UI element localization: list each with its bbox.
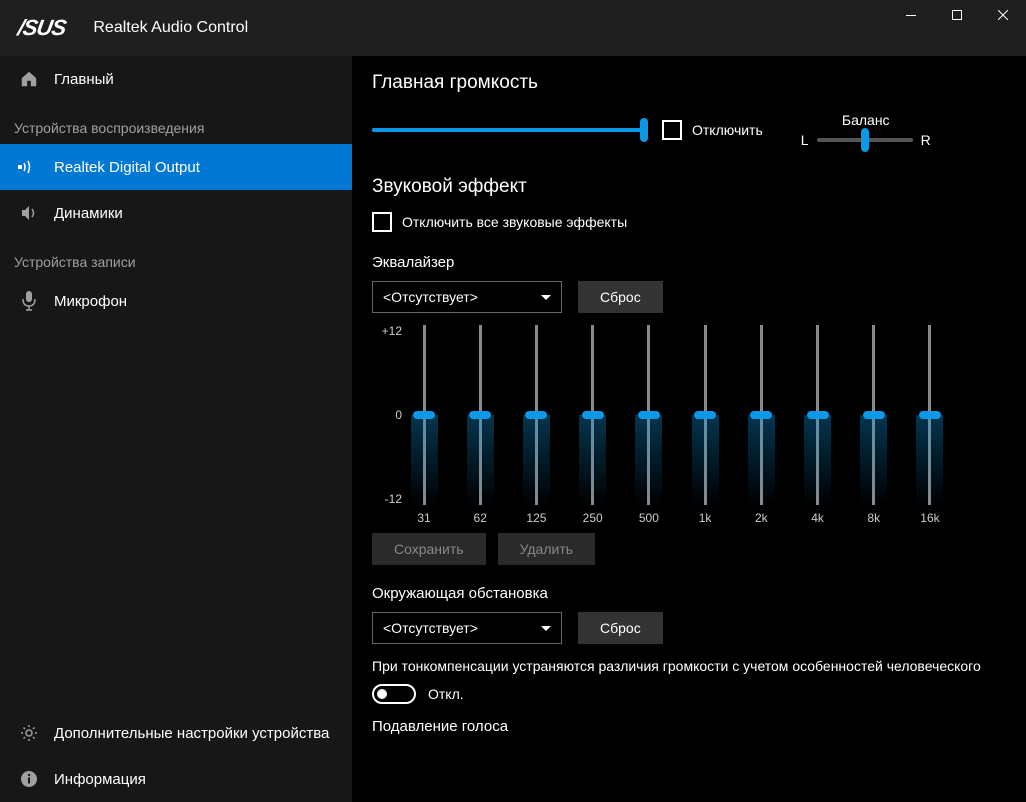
app-title: Realtek Audio Control [93,19,248,37]
master-volume-slider[interactable] [372,128,644,132]
eq-band-slider[interactable]: 1k [693,325,717,505]
chevron-down-icon [541,295,551,300]
balance-right-label: R [921,132,931,148]
main-panel: Главная громкость Отключить Баланс L R [352,56,1026,802]
eq-band-label: 4k [811,511,824,525]
asus-logo: /SUS [16,15,68,41]
equalizer-preset-select[interactable]: <Отсутствует> [372,281,562,313]
environment-preset-select[interactable]: <Отсутствует> [372,612,562,644]
sidebar-item-label: Информация [54,771,146,788]
voice-suppression-label: Подавление голоса [372,718,1026,735]
eq-band-slider[interactable]: 16k [918,325,942,505]
eq-band-label: 2k [755,511,768,525]
sidebar-item-microphone[interactable]: Микрофон [0,278,352,324]
sidebar-section-recording: Устройства записи [0,236,352,278]
eq-ylabel-mid: 0 [372,409,402,421]
master-volume-title: Главная громкость [372,72,1026,94]
balance-slider[interactable] [817,138,913,142]
eq-band-label: 500 [639,511,659,525]
eq-band-label: 250 [583,511,603,525]
mute-label: Отключить [692,122,763,138]
maximize-button[interactable] [934,0,980,30]
equalizer-delete-button[interactable]: Удалить [498,533,595,565]
select-value: <Отсутствует> [383,289,478,305]
eq-ylabel-bot: -12 [372,493,402,505]
close-button[interactable] [980,0,1026,30]
sidebar-item-label: Realtek Digital Output [54,159,200,176]
loudness-description: При тонкомпенсации устраняются различия … [372,658,1026,674]
eq-band-label: 1k [699,511,712,525]
eq-band-label: 62 [474,511,487,525]
disable-effects-checkbox[interactable] [372,212,392,232]
sidebar-item-advanced[interactable]: Дополнительные настройки устройства [0,710,352,756]
eq-band-slider[interactable]: 125 [524,325,548,505]
sidebar-item-label: Дополнительные настройки устройства [54,725,329,742]
eq-band-slider[interactable]: 2k [749,325,773,505]
sound-effect-title: Звуковой эффект [372,176,1026,198]
equalizer-save-button[interactable]: Сохранить [372,533,486,565]
gear-icon [18,722,40,744]
equalizer-graph: +12 0 -12 31621252505001k2k4k8k16k [372,325,942,525]
sidebar-item-speakers[interactable]: Динамики [0,190,352,236]
titlebar: /SUS Realtek Audio Control [0,0,1026,56]
sidebar-item-label: Микрофон [54,293,127,310]
toggle-state-label: Откл. [428,686,464,702]
eq-band-slider[interactable]: 62 [468,325,492,505]
sidebar-item-label: Главный [54,71,114,88]
equalizer-label: Эквалайзер [372,254,1026,271]
eq-band-label: 31 [417,511,430,525]
eq-band-label: 16k [920,511,939,525]
select-value: <Отсутствует> [383,620,478,636]
sidebar-item-digital-output[interactable]: Realtek Digital Output [0,144,352,190]
eq-band-slider[interactable]: 4k [806,325,830,505]
equalizer-reset-button[interactable]: Сброс [578,281,663,313]
minimize-button[interactable] [888,0,934,30]
eq-band-slider[interactable]: 250 [581,325,605,505]
home-icon [18,68,40,90]
eq-band-label: 8k [867,511,880,525]
info-icon [18,768,40,790]
sidebar: Главный Устройства воспроизведения Realt… [0,56,352,802]
sidebar-item-info[interactable]: Информация [0,756,352,802]
eq-band-label: 125 [526,511,546,525]
eq-band-slider[interactable]: 8k [862,325,886,505]
environment-label: Окружающая обстановка [372,585,1026,602]
balance-label: Баланс [801,112,931,128]
eq-band-slider[interactable]: 31 [412,325,436,505]
loudness-toggle[interactable] [372,684,416,704]
microphone-icon [18,290,40,312]
eq-band-slider[interactable]: 500 [637,325,661,505]
speaker-icon [18,202,40,224]
sidebar-section-playback: Устройства воспроизведения [0,102,352,144]
eq-ylabel-top: +12 [372,325,402,337]
sidebar-item-label: Динамики [54,205,123,222]
environment-reset-button[interactable]: Сброс [578,612,663,644]
disable-effects-label: Отключить все звуковые эффекты [402,214,627,230]
mute-checkbox[interactable] [662,120,682,140]
window-controls [888,0,1026,30]
chevron-down-icon [541,626,551,631]
digital-output-icon [18,156,40,178]
sidebar-item-home[interactable]: Главный [0,56,352,102]
balance-left-label: L [801,132,809,148]
